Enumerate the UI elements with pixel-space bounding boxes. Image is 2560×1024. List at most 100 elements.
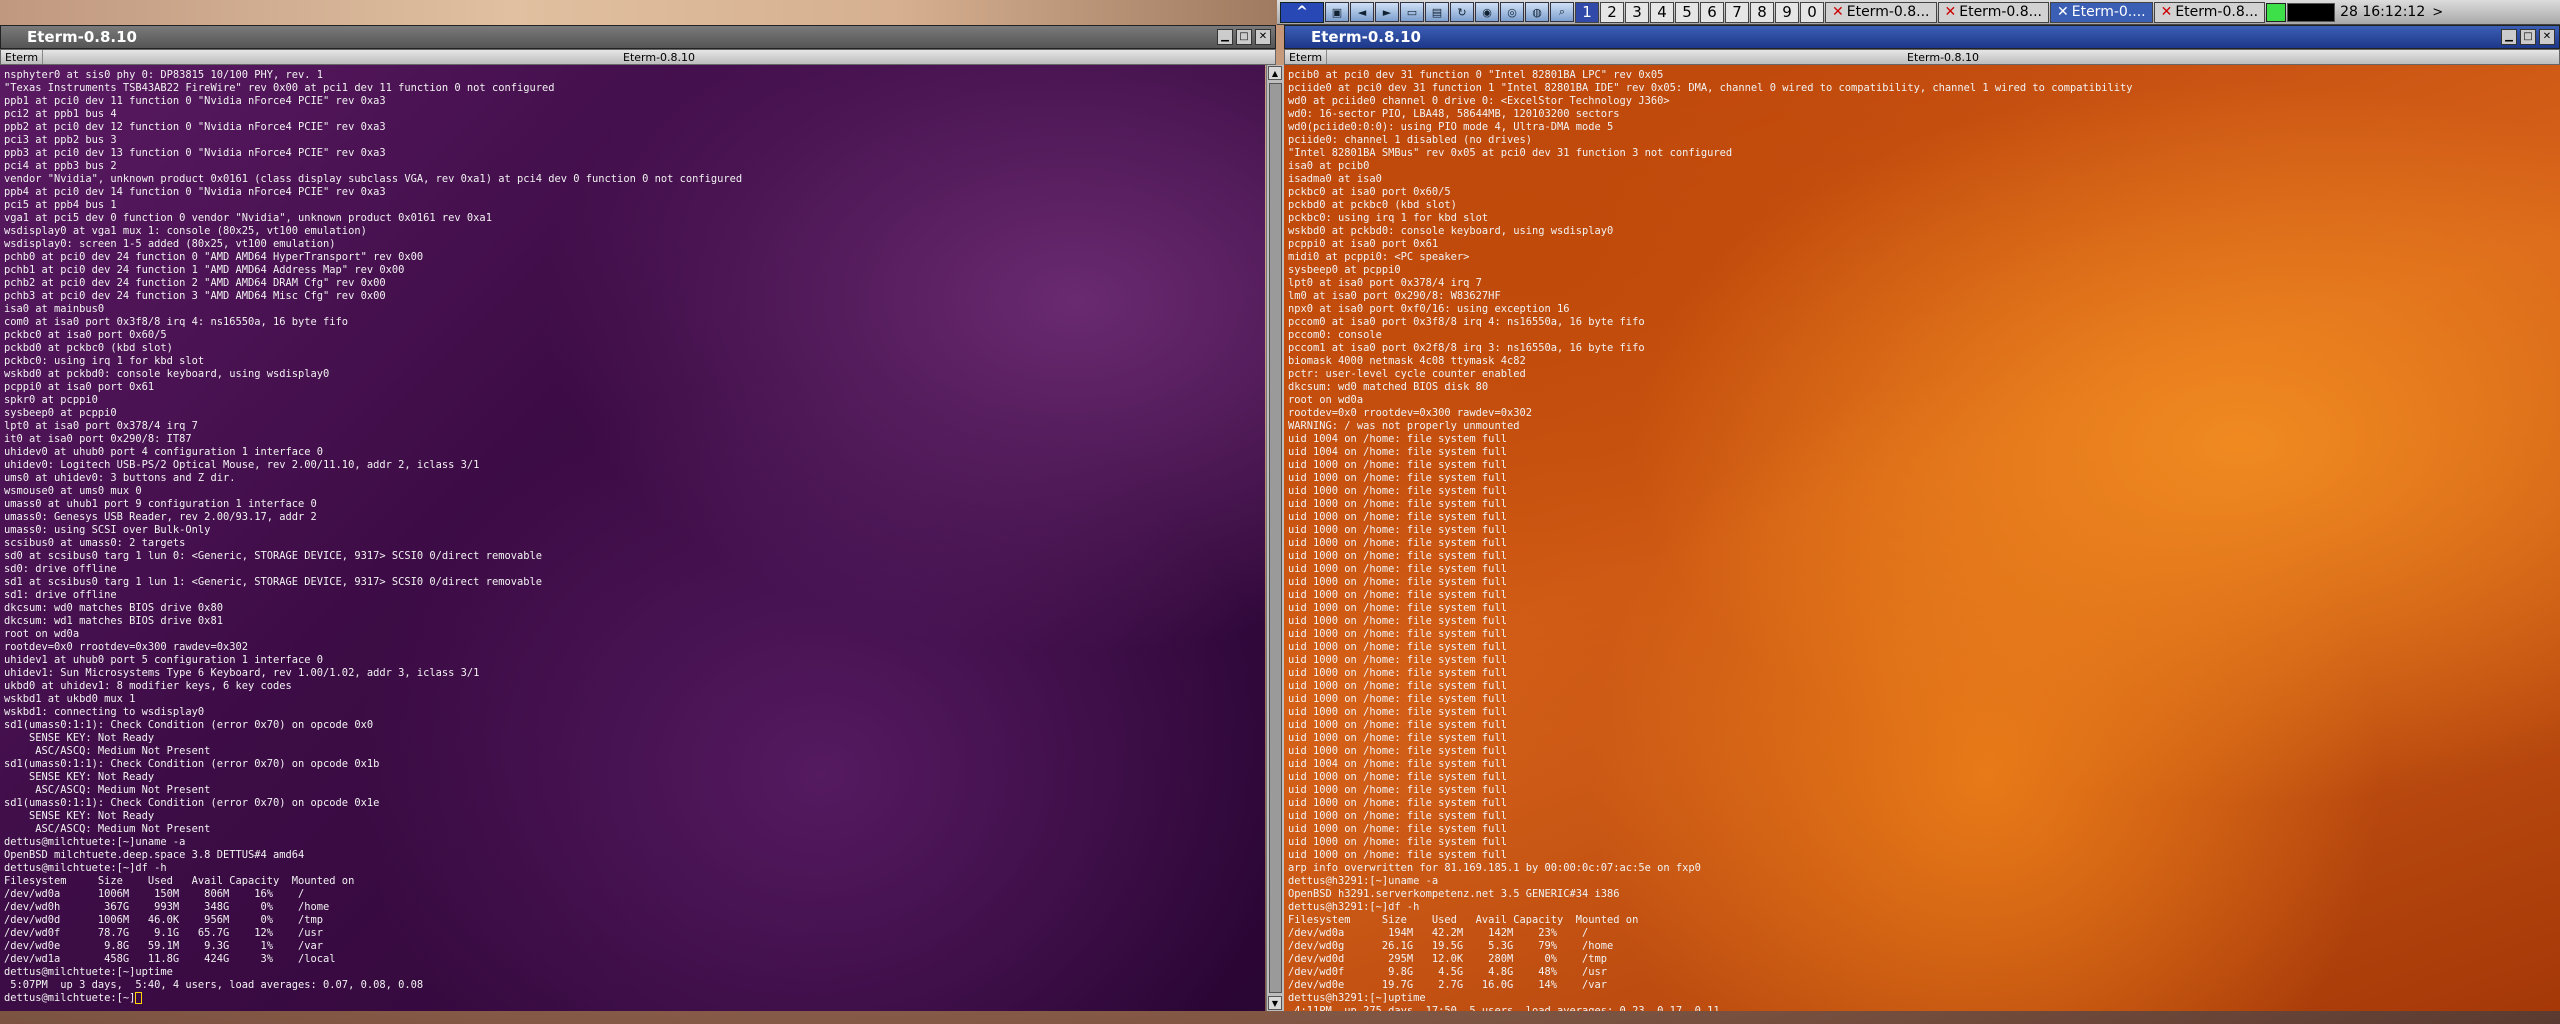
terminal-line: isadma0 at isa0 [1288, 173, 1382, 185]
terminal-line: uid 1000 on /home: file system full [1288, 524, 1507, 536]
desktop-button-8[interactable]: 8 [1750, 1, 1774, 23]
minimize-icon[interactable]: ▁ [2501, 29, 2517, 45]
task-label: Eterm-0.8... [1959, 4, 2042, 20]
task-button-2[interactable]: ✕ Eterm-0.8... [1937, 1, 2049, 23]
terminal-line: pckbc0 at isa0 port 0x60/5 [4, 329, 167, 341]
close-icon[interactable]: ✕ [1255, 29, 1271, 45]
scroll-up-icon[interactable]: ▲ [1268, 66, 1282, 80]
root-menu-button[interactable]: ^ [1280, 1, 1324, 23]
terminal-line: /dev/wd0f 9.8G 4.5G 4.8G 48% /usr [1288, 966, 1608, 978]
search-icon[interactable]: ⌕ [1550, 2, 1574, 22]
menubar-title: Eterm-0.8.10 [1907, 50, 1980, 64]
terminal-line: arp info overwritten for 81.169.185.1 by… [1288, 862, 1701, 874]
maximize-icon[interactable]: □ [1236, 29, 1252, 45]
terminal-line: dkcsum: wd0 matched BIOS disk 80 [1288, 381, 1489, 393]
task-button-4[interactable]: ✕ Eterm-0.8... [2153, 1, 2266, 23]
right-window-titlebar[interactable]: Eterm-0.8.10 ▁ □ ✕ [1284, 25, 2560, 49]
cascade-icon[interactable]: ◎ [1500, 2, 1524, 22]
terminal-line: pckbc0: using irq 1 for kbd slot [1288, 212, 1489, 224]
task-button-1[interactable]: ✕ Eterm-0.8... [1825, 1, 1937, 23]
maximize-icon[interactable]: □ [2520, 29, 2536, 45]
minimize-icon[interactable]: ▁ [1217, 29, 1233, 45]
terminal-line: wd0: 16-sector PIO, LBA48, 58644MB, 1201… [1288, 108, 1620, 120]
terminal-line: /dev/wd0g 26.1G 19.5G 5.3G 79% /home [1288, 940, 1614, 952]
desktop-button-3[interactable]: 3 [1625, 1, 1649, 23]
terminal-line: uid 1004 on /home: file system full [1288, 433, 1507, 445]
terminal-line: /dev/wd1a 458G 11.8G 424G 3% /local [4, 953, 336, 965]
terminal-line: wskbd0 at pckbd0: console keyboard, usin… [1288, 225, 1614, 237]
eterm-menu[interactable]: Eterm [1285, 50, 1328, 64]
terminal-line: lpt0 at isa0 port 0x378/4 irq 7 [1288, 277, 1482, 289]
task-button-3[interactable]: ✕ Eterm-0.... [2050, 1, 2153, 23]
desktop-label: 7 [1732, 3, 1742, 21]
terminal-line: /dev/wd0h 367G 993M 348G 0% /home [4, 901, 330, 913]
terminal-line: pchb1 at pci0 dev 24 function 1 "AMD AMD… [4, 264, 405, 276]
terminal-line: /dev/wd0a 1006M 150M 806M 16% / [4, 888, 305, 900]
rotate-icon[interactable]: ↻ [1450, 2, 1474, 22]
menubar-title: Eterm-0.8.10 [623, 50, 696, 64]
scroll-thumb[interactable] [1269, 83, 1282, 993]
terminal-line: com0 at isa0 port 0x3f8/8 irq 4: ns16550… [4, 316, 349, 328]
desktop-button-2[interactable]: 2 [1600, 1, 1624, 23]
terminal-line: vga1 at pci5 dev 0 function 0 vendor "Nv… [4, 212, 492, 224]
desktop-button-4[interactable]: 4 [1650, 1, 1674, 23]
desktop-button-7[interactable]: 7 [1725, 1, 1749, 23]
terminal-line: uid 1000 on /home: file system full [1288, 589, 1507, 601]
desktop-button-6[interactable]: 6 [1700, 1, 1724, 23]
terminal-line: dettus@milchtuete:[~]uname -a [4, 836, 186, 848]
terminal-line: it0 at isa0 port 0x290/8: IT87 [4, 433, 192, 445]
clock: 28 16:12:12 [2340, 4, 2426, 20]
desktop-button-5[interactable]: 5 [1675, 1, 1699, 23]
lock-icon[interactable]: ◍ [1525, 2, 1549, 22]
terminal-line: wskbd0 at pckbd0: console keyboard, usin… [4, 368, 330, 380]
terminal-line: nsphyter0 at sis0 phy 0: DP83815 10/100 … [4, 69, 324, 81]
desktop-label: 1 [1582, 3, 1592, 21]
terminal-line: sd1(umass0:1:1): Check Condition (error … [4, 797, 380, 809]
terminal-line: wsdisplay0: screen 1-5 added (80x25, vt1… [4, 238, 336, 250]
close-icon[interactable]: ✕ [2539, 29, 2555, 45]
terminal-line: uhidev0: Logitech USB-PS/2 Optical Mouse… [4, 459, 480, 471]
close-icon[interactable]: ✕ [2057, 4, 2069, 20]
eterm-menu[interactable]: Eterm [1, 50, 44, 64]
scroll-down-icon[interactable]: ▼ [1268, 996, 1282, 1010]
shade-icon[interactable]: ▭ [1400, 2, 1424, 22]
left-scrollbar[interactable]: ▲ ▼ [1266, 65, 1284, 1011]
terminal-line: scsibus0 at umass0: 2 targets [4, 537, 186, 549]
terminal-line: uid 1004 on /home: file system full [1288, 758, 1507, 770]
terminal-line: rootdev=0x0 rrootdev=0x300 rawdev=0x302 [1288, 407, 1532, 419]
right-terminal-output[interactable]: pcib0 at pci0 dev 31 function 0 "Intel 8… [1284, 65, 2560, 1011]
terminal-line: pccom1 at isa0 port 0x2f8/8 irq 3: ns165… [1288, 342, 1645, 354]
desktop-button-0[interactable]: 0 [1800, 1, 1824, 23]
terminal-line: root on wd0a [4, 628, 80, 640]
next-icon[interactable]: ► [1375, 2, 1399, 22]
prompt-line[interactable]: dettus@milchtuete:[~] [4, 992, 1265, 1005]
terminal-line: sd1(umass0:1:1): Check Condition (error … [4, 719, 374, 731]
tile-icon[interactable]: ◉ [1475, 2, 1499, 22]
terminal-line: lpt0 at isa0 port 0x378/4 irq 7 [4, 420, 198, 432]
terminal-line: uhidev0 at uhub0 port 4 configuration 1 … [4, 446, 324, 458]
terminal-line: isa0 at pcib0 [1288, 160, 1370, 172]
terminal-line: ppb4 at pci0 dev 14 function 0 "Nvidia n… [4, 186, 386, 198]
left-terminal-output[interactable]: nsphyter0 at sis0 phy 0: DP83815 10/100 … [0, 65, 1265, 1011]
window-list-icon[interactable]: ▣ [1325, 2, 1349, 22]
scroll-right-arrow[interactable]: > [2430, 5, 2445, 20]
terminal-line: pci3 at ppb2 bus 3 [4, 134, 117, 146]
titlebar-grip[interactable] [137, 26, 1217, 48]
desktop-button-9[interactable]: 9 [1775, 1, 1799, 23]
window-buttons: ▁ □ ✕ [2501, 29, 2559, 45]
terminal-line: umass0: using SCSI over Bulk-Only [4, 524, 211, 536]
layer-icon[interactable]: ▤ [1425, 2, 1449, 22]
terminal-line: umass0 at uhub1 port 9 configuration 1 i… [4, 498, 317, 510]
close-icon[interactable]: ✕ [1832, 4, 1844, 20]
terminal-line: ASC/ASCQ: Medium Not Present [4, 823, 211, 835]
terminal-line: pci5 at ppb4 bus 1 [4, 199, 117, 211]
terminal-line: uid 1000 on /home: file system full [1288, 836, 1507, 848]
desktop-button-1[interactable]: 1 [1575, 1, 1599, 23]
close-icon[interactable]: ✕ [1945, 4, 1957, 20]
close-icon[interactable]: ✕ [2161, 4, 2173, 20]
prev-icon[interactable]: ◄ [1350, 2, 1374, 22]
terminal-line: ASC/ASCQ: Medium Not Present [4, 784, 211, 796]
titlebar-grip[interactable] [1421, 26, 2501, 48]
left-window-titlebar[interactable]: Eterm-0.8.10 ▁ □ ✕ [0, 25, 1276, 49]
terminal-line: ppb3 at pci0 dev 13 function 0 "Nvidia n… [4, 147, 386, 159]
